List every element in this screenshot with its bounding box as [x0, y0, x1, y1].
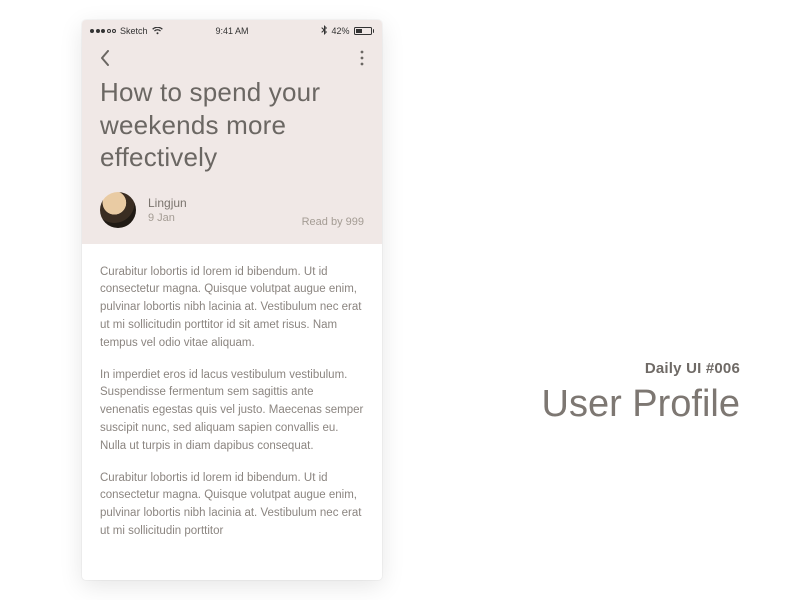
article-paragraph: Curabitur lobortis id lorem id bibendum.… — [100, 470, 364, 541]
presentation-title: User Profile — [542, 383, 741, 426]
more-button[interactable] — [340, 46, 364, 70]
article-paragraph: In imperdiet eros id lacus vestibulum ve… — [100, 367, 364, 456]
article-paragraph: Curabitur lobortis id lorem id bibendum.… — [100, 264, 364, 353]
battery-pct: 42% — [331, 26, 349, 36]
article-header: How to spend your weekends more effectiv… — [82, 38, 382, 244]
signal-dots-icon — [90, 29, 116, 33]
author-row: Lingjun 9 Jan Read by 999 — [100, 192, 364, 228]
bluetooth-icon — [321, 25, 327, 37]
nav-row — [100, 46, 364, 70]
read-count: Read by 999 — [302, 216, 364, 228]
presentation-labels: Daily UI #006 User Profile — [542, 360, 741, 426]
author-meta: Lingjun 9 Jan — [148, 196, 290, 224]
more-vertical-icon — [360, 50, 364, 66]
article-title: How to spend your weekends more effectiv… — [100, 76, 364, 174]
phone-frame: Sketch 9:41 AM 42% — [82, 20, 382, 580]
avatar[interactable] — [100, 192, 136, 228]
article-date: 9 Jan — [148, 212, 290, 224]
status-right: 42% — [321, 25, 374, 37]
article-body: Curabitur lobortis id lorem id bibendum.… — [82, 244, 382, 575]
chevron-left-icon — [100, 50, 110, 66]
kicker-label: Daily UI #006 — [542, 360, 741, 377]
battery-icon — [354, 27, 375, 35]
status-bar: Sketch 9:41 AM 42% — [82, 20, 382, 38]
wifi-icon — [152, 27, 163, 35]
status-left: Sketch — [90, 26, 163, 36]
carrier-label: Sketch — [120, 26, 148, 36]
back-button[interactable] — [100, 46, 124, 70]
author-name[interactable]: Lingjun — [148, 196, 290, 210]
canvas: Sketch 9:41 AM 42% — [0, 0, 800, 600]
